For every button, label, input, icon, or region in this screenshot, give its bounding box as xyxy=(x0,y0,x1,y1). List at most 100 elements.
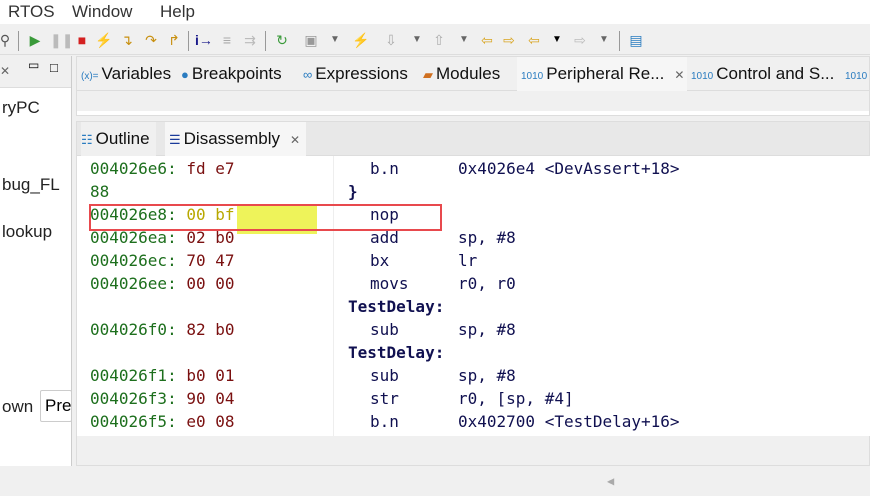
forward-icon[interactable]: ⇨ xyxy=(571,31,589,49)
address: 004026e6: xyxy=(90,159,177,178)
disassembly-row[interactable]: 004026f0: 82 b0 sub sp, #8 xyxy=(90,318,516,341)
disassembly-icon: ☰ xyxy=(169,132,181,147)
tab-control-and-status[interactable]: 1010 Control and S... xyxy=(691,57,834,91)
annotation-box xyxy=(89,204,442,231)
address: 004026f3: xyxy=(90,389,177,408)
operands: sp, #8 xyxy=(458,228,516,247)
mnemonic: str xyxy=(370,389,399,408)
tab-breakpoints[interactable]: ● Breakpoints xyxy=(181,57,282,91)
tab-more[interactable]: 1010A xyxy=(845,57,870,91)
address: 004026ee: xyxy=(90,274,177,293)
opcode-bytes: b0 01 xyxy=(186,366,235,385)
step-into-icon[interactable]: ↴ xyxy=(118,31,136,49)
top-view-pane: (x)= Variables ● Breakpoints ∞ Expressions … xyxy=(76,56,870,116)
back-icon[interactable]: ⇦ xyxy=(525,31,543,49)
suspend-icon[interactable]: ❚❚ xyxy=(50,31,73,49)
select-dropdown[interactable]: Pre xyxy=(40,390,72,422)
close-icon[interactable]: ✕ xyxy=(290,133,300,147)
maximize-icon[interactable]: □ xyxy=(50,60,58,75)
disassembly-row[interactable]: 004026ee: 00 00 movs r0, r0 xyxy=(90,272,516,295)
tab-peripheral-registers[interactable]: 1010 Peripheral Re... ✕ xyxy=(517,57,687,91)
instruction-stepping-icon[interactable]: i→ xyxy=(195,31,213,49)
chevron-down-icon[interactable]: ▼ xyxy=(408,31,426,49)
prev-annotation-icon[interactable]: ⇦ xyxy=(478,31,496,49)
disassembly-row[interactable]: 004026e6: fd e7 b.n 0x4026e4 <DevAssert+18… xyxy=(90,157,680,180)
disassembly-row[interactable]: 004026f1: b0 01 sub sp, #8 xyxy=(90,364,516,387)
step-return-icon[interactable]: ↱ xyxy=(165,31,183,49)
opcode-bytes: e0 08 xyxy=(186,412,235,431)
disassembly-row[interactable]: 004026f5: e0 08 b.n 0x402700 <TestDelay+16… xyxy=(90,410,680,433)
search-icon[interactable]: ⚲ xyxy=(0,31,14,49)
outline-icon: ☷ xyxy=(81,132,93,147)
menu-rtos[interactable]: RTOS xyxy=(8,2,55,22)
field-label: own xyxy=(2,397,34,416)
next-annotation-icon[interactable]: ⇨ xyxy=(500,31,518,49)
opcode-bytes: 82 b0 xyxy=(186,320,235,339)
mnemonic: sub xyxy=(370,320,399,339)
chevron-down-icon[interactable]: ▼ xyxy=(455,31,473,49)
open-perspective-icon[interactable]: ▤ xyxy=(627,31,645,49)
scroll-left-icon[interactable]: ◀ xyxy=(607,474,614,488)
address: 004026f0: xyxy=(90,320,177,339)
mnemonic: bx xyxy=(370,251,390,270)
chevron-down-icon[interactable]: ▼ xyxy=(326,31,344,49)
variables-icon: (x)= xyxy=(81,71,99,82)
import-icon[interactable]: ⇧ xyxy=(430,31,448,49)
close-icon[interactable]: ✕ xyxy=(674,68,684,82)
tab-disassembly[interactable]: ☰ Disassembly ✕ xyxy=(165,122,307,156)
operands: sp, #8 xyxy=(458,320,516,339)
disassembly-row[interactable]: 88} xyxy=(90,180,358,203)
chevron-down-icon[interactable]: ▼ xyxy=(595,31,613,49)
operands: lr xyxy=(458,251,478,270)
tab-expressions[interactable]: ∞ Expressions xyxy=(303,57,408,91)
close-icon[interactable]: ✕ xyxy=(0,64,10,78)
operands: r0, [sp, #4] xyxy=(458,389,574,408)
mnemonic: sub xyxy=(370,366,399,385)
chevron-down-icon[interactable]: ▼ xyxy=(548,31,566,49)
label: TestDelay: xyxy=(348,297,445,316)
opcode-bytes: 70 47 xyxy=(186,251,235,270)
terminate-icon[interactable]: ■ xyxy=(73,31,91,49)
minimize-icon[interactable]: ▭ xyxy=(28,58,39,72)
tree-item[interactable]: bug_FL xyxy=(2,175,60,195)
resume-icon[interactable]: ▶ xyxy=(26,31,44,49)
link-icon[interactable]: ⚡ xyxy=(352,31,370,49)
export-icon[interactable]: ⇩ xyxy=(382,31,400,49)
binary-icon: 1010 xyxy=(521,71,544,82)
binary-icon: 1010 xyxy=(845,71,868,82)
restart-icon[interactable]: ↻ xyxy=(273,31,291,49)
label: } xyxy=(348,182,358,201)
disassembly-view[interactable]: 004026e6: fd e7 b.n 0x4026e4 <DevAssert+18… xyxy=(77,156,870,496)
horizontal-scrollbar[interactable]: ◀ xyxy=(601,470,870,496)
tree-item[interactable]: ryPC xyxy=(2,98,40,118)
address: 004026f1: xyxy=(90,366,177,385)
tab-modules[interactable]: ▰ Modules xyxy=(423,57,500,91)
mnemonic: b.n xyxy=(370,159,399,178)
address: 004026f5: xyxy=(90,412,177,431)
binary-icon: 1010 xyxy=(691,71,714,82)
mnemonic: b.n xyxy=(370,412,399,431)
opcode-bytes: 00 00 xyxy=(186,274,235,293)
menu-help[interactable]: Help xyxy=(160,2,195,22)
toolbar: ⚲ ▶ ❚❚ ■ ⚡ ↴ ↷ ↱ i→ ≡ ⇉ ↻ ▣ ▼ ⚡ ⇩ ▼ ⇧ ▼ … xyxy=(0,25,870,55)
disassembly-row[interactable]: 004026ec: 70 47 bx lr xyxy=(90,249,477,272)
drop-frame-icon[interactable]: ⇉ xyxy=(241,31,259,49)
disassembly-row[interactable]: 004026f3: 90 04 str r0, [sp, #4] xyxy=(90,387,574,410)
opcode-bytes: fd e7 xyxy=(186,159,235,178)
expressions-icon: ∞ xyxy=(303,67,313,82)
modules-icon: ▰ xyxy=(423,67,433,82)
left-panel: ✕ ▭ □ ryPC bug_FL lookup own Pre xyxy=(0,56,72,466)
label: TestDelay: xyxy=(348,343,445,362)
address: 004026ec: xyxy=(90,251,177,270)
step-filter-icon[interactable]: ≡ xyxy=(218,31,236,49)
disconnect-icon[interactable]: ⚡ xyxy=(95,31,113,49)
tree-item[interactable]: lookup xyxy=(2,222,52,242)
tab-outline[interactable]: ☷ Outline xyxy=(81,122,156,156)
tab-variables[interactable]: (x)= Variables xyxy=(81,57,171,91)
mnemonic: movs xyxy=(370,274,409,293)
operands: 0x4026e4 <DevAssert+18> xyxy=(458,159,680,178)
chip-icon[interactable]: ▣ xyxy=(302,31,320,49)
menu-bar: RTOS Window Help xyxy=(0,0,870,24)
step-over-icon[interactable]: ↷ xyxy=(142,31,160,49)
menu-window[interactable]: Window xyxy=(72,2,132,22)
